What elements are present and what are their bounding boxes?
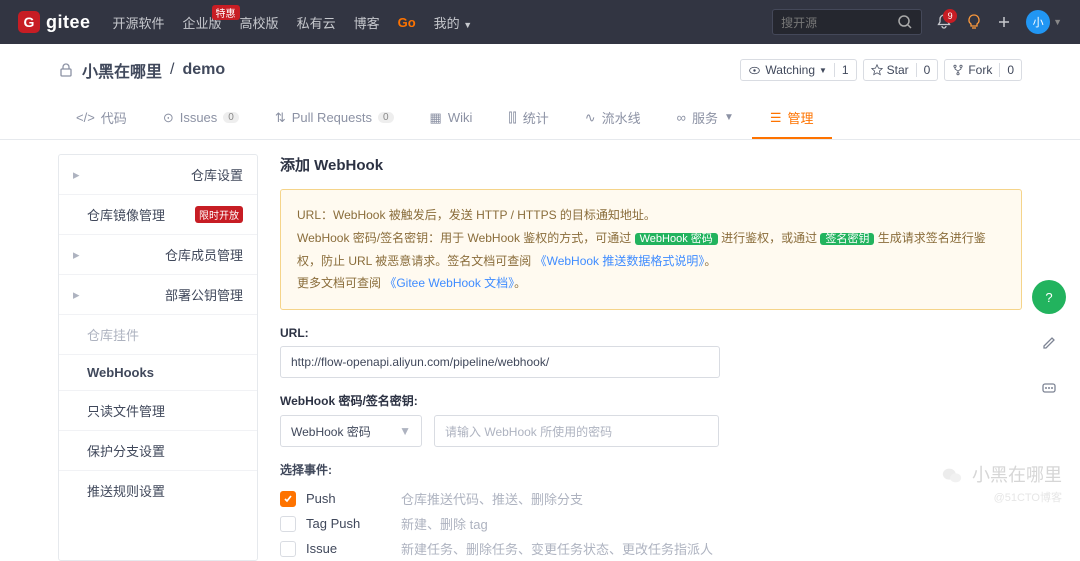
global-header: G gitee 开源软件 企业版特惠 高校版 私有云 博客 Go 我的 ▼ 搜开… (0, 0, 1080, 44)
logo-text: gitee (46, 12, 91, 33)
search-placeholder: 搜开源 (781, 14, 817, 31)
main-area: ▸仓库设置 仓库镜像管理限时开放 ▸仓库成员管理 ▸部署公钥管理 仓库挂件 We… (0, 140, 1080, 561)
events-list: Push仓库推送代码、推送、删除分支Tag Push新建、删除 tagIssue… (280, 486, 1022, 561)
content-panel: 添加 WebHook URL：WebHook 被触发后，发送 HTTP / HT… (280, 154, 1022, 561)
help-rail: ? (1032, 280, 1066, 406)
mirror-badge: 限时开放 (195, 206, 243, 223)
chat-button[interactable] (1032, 372, 1066, 406)
tab-code[interactable]: </>代码 (58, 100, 145, 139)
url-label: URL: (280, 326, 1022, 340)
nav-go[interactable]: Go (398, 15, 416, 30)
info-notice: URL：WebHook 被触发后，发送 HTTP / HTTPS 的目标通知地址… (280, 189, 1022, 310)
event-desc: 新建、删除 tag (401, 514, 488, 533)
chat-icon (1041, 381, 1057, 397)
sidebar-item-widgets[interactable]: 仓库挂件 (59, 315, 257, 355)
tab-issues[interactable]: ⊙Issues0 (145, 100, 257, 139)
star-count: 0 (916, 63, 938, 77)
repo-header: 小黑在哪里 / demo Watching ▼ 1 Star 0 Fork 0 (0, 44, 1080, 88)
nav-open-source[interactable]: 开源软件 (113, 13, 165, 32)
nav-edu[interactable]: 高校版 (240, 13, 279, 32)
sidebar-item-webhooks[interactable]: WebHooks (59, 355, 257, 391)
bulb-icon[interactable] (966, 14, 982, 30)
star-button[interactable]: Star 0 (863, 59, 939, 81)
notifications-button[interactable]: 9 (936, 14, 952, 30)
password-label: WebHook 密码/签名密钥: (280, 392, 1022, 409)
event-name: Push (306, 491, 401, 506)
search-icon (897, 14, 913, 30)
logo-mark-icon: G (18, 11, 40, 33)
event-checkbox[interactable] (280, 516, 296, 532)
watching-count: 1 (834, 63, 856, 77)
event-row: Tag Push新建、删除 tag (280, 511, 1022, 536)
event-row: Issue新建任务、删除任务、变更任务状态、更改任务指派人 (280, 536, 1022, 561)
watching-button[interactable]: Watching ▼ 1 (740, 59, 856, 81)
auth-type-select[interactable]: WebHook 密码▼ (280, 415, 422, 447)
tab-wiki[interactable]: ▦Wiki (412, 100, 491, 139)
nav-enterprise[interactable]: 企业版特惠 (183, 13, 222, 32)
nav-mine[interactable]: 我的 ▼ (434, 13, 473, 32)
star-icon (871, 64, 883, 76)
event-checkbox[interactable] (280, 491, 296, 507)
help-button[interactable]: ? (1032, 280, 1066, 314)
settings-sidebar: ▸仓库设置 仓库镜像管理限时开放 ▸仓库成员管理 ▸部署公钥管理 仓库挂件 We… (58, 154, 258, 561)
user-menu[interactable]: 小 ▼ (1026, 10, 1062, 34)
avatar: 小 (1026, 10, 1050, 34)
enterprise-badge: 特惠 (212, 5, 240, 20)
event-checkbox[interactable] (280, 541, 296, 557)
search-input[interactable]: 搜开源 (772, 9, 922, 35)
sidebar-item-deploy-keys[interactable]: ▸部署公钥管理 (59, 275, 257, 315)
notif-count: 9 (943, 9, 957, 23)
nav-blog[interactable]: 博客 (354, 13, 380, 32)
plus-icon[interactable] (996, 14, 1012, 30)
tab-manage[interactable]: ☰管理 (752, 100, 832, 139)
tab-services[interactable]: ∞服务▼ (659, 100, 752, 139)
header-actions: 搜开源 9 小 ▼ (772, 9, 1062, 35)
sidebar-item-push-rules[interactable]: 推送规则设置 (59, 471, 257, 510)
primary-nav: 开源软件 企业版特惠 高校版 私有云 博客 Go 我的 ▼ (113, 13, 473, 32)
eye-icon (748, 64, 761, 77)
site-logo[interactable]: G gitee (18, 11, 91, 33)
sidebar-item-protected-branches[interactable]: 保护分支设置 (59, 431, 257, 471)
sidebar-item-readonly[interactable]: 只读文件管理 (59, 391, 257, 431)
fork-icon (952, 64, 964, 76)
fork-button[interactable]: Fork 0 (944, 59, 1022, 81)
edit-icon (1041, 335, 1057, 351)
link-webhook-doc[interactable]: 《Gitee WebHook 文档》 (384, 276, 514, 290)
tab-pull-requests[interactable]: ⇅Pull Requests0 (257, 100, 412, 139)
repo-tabs: </>代码 ⊙Issues0 ⇅Pull Requests0 ▦Wiki ⫿⫿统… (0, 100, 1080, 140)
repo-breadcrumb: 小黑在哪里 / demo (58, 58, 225, 82)
tag-webhook-password: WebHook 密码 (635, 233, 718, 245)
events-label: 选择事件: (280, 461, 1022, 478)
event-desc: 仓库推送代码、推送、删除分支 (401, 489, 583, 508)
event-name: Issue (306, 541, 401, 556)
nav-private-cloud[interactable]: 私有云 (297, 13, 336, 32)
feedback-button[interactable] (1032, 326, 1066, 360)
event-desc: 新建任务、删除任务、变更任务状态、更改任务指派人 (401, 539, 713, 558)
sidebar-item-members[interactable]: ▸仓库成员管理 (59, 235, 257, 275)
sidebar-item-repo-settings[interactable]: ▸仓库设置 (59, 155, 257, 195)
repo-owner-link[interactable]: 小黑在哪里 (82, 58, 162, 82)
link-push-format-doc[interactable]: 《WebHook 推送数据格式说明》 (535, 254, 705, 268)
tag-sign-key: 签名密钥 (820, 233, 874, 245)
tab-pipeline[interactable]: ∿流水线 (567, 100, 659, 139)
password-input[interactable]: 请输入 WebHook 所使用的密码 (434, 415, 719, 447)
repo-name-link[interactable]: demo (182, 61, 225, 79)
page-title: 添加 WebHook (280, 154, 1022, 175)
tab-stats[interactable]: ⫿⫿统计 (490, 100, 566, 139)
url-input[interactable] (280, 346, 720, 378)
sidebar-item-mirror[interactable]: 仓库镜像管理限时开放 (59, 195, 257, 235)
fork-count: 0 (999, 63, 1021, 77)
lock-icon (58, 62, 74, 78)
event-row: Push仓库推送代码、推送、删除分支 (280, 486, 1022, 511)
